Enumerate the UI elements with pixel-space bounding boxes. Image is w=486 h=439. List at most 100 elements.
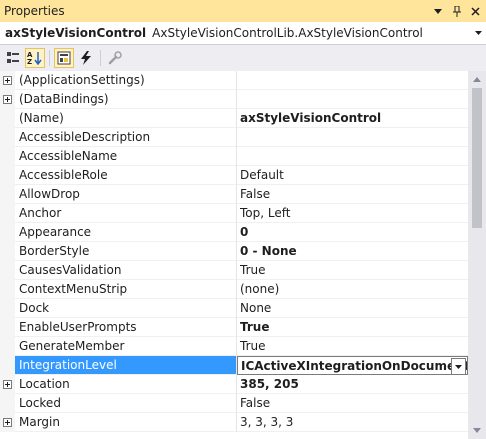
property-row[interactable]: AccessibleName	[0, 147, 468, 166]
scroll-down-arrow-icon[interactable]	[468, 422, 486, 439]
property-value[interactable]: 385, 205	[237, 375, 468, 394]
scrollbar-thumb[interactable]	[472, 88, 482, 228]
property-value[interactable]: None	[237, 299, 468, 318]
chevron-down-icon[interactable]	[429, 3, 446, 20]
row-gutter	[0, 318, 15, 337]
property-row[interactable]: Locked False	[0, 394, 468, 413]
property-row[interactable]: ContextMenuStrip (none)	[0, 280, 468, 299]
property-name[interactable]: BorderStyle	[15, 242, 236, 261]
property-row[interactable]: Anchor Top, Left	[0, 204, 468, 223]
property-value[interactable]	[237, 128, 468, 147]
property-value[interactable]	[237, 147, 468, 166]
row-gutter	[0, 147, 15, 166]
row-gutter	[0, 375, 15, 394]
property-value[interactable]	[237, 90, 468, 109]
property-row[interactable]: Dock None	[0, 299, 468, 318]
property-row[interactable]: (DataBindings)	[0, 90, 468, 109]
property-value[interactable]	[237, 71, 468, 90]
property-value[interactable]: 3, 3, 3, 3	[237, 413, 468, 432]
property-value[interactable]: Default	[237, 166, 468, 185]
row-gutter	[0, 394, 15, 413]
property-row[interactable]: EnableUserPrompts True	[0, 318, 468, 337]
property-name[interactable]: Locked	[15, 394, 236, 413]
property-name[interactable]: AccessibleName	[15, 147, 236, 166]
close-icon[interactable]	[467, 3, 484, 20]
expand-plus-icon[interactable]	[3, 380, 12, 389]
property-row[interactable]: AccessibleDescription	[0, 128, 468, 147]
property-name[interactable]: (Name)	[15, 109, 236, 128]
row-gutter	[0, 242, 15, 261]
property-value[interactable]: axStyleVisionControl	[237, 109, 468, 128]
property-value-text: ICActiveXIntegrationOnDocumentLevel	[241, 359, 467, 373]
property-name[interactable]: Location	[15, 375, 236, 394]
property-value-text: False	[240, 187, 271, 201]
property-row[interactable]: (Name) axStyleVisionControl	[0, 109, 468, 128]
property-name[interactable]: Anchor	[15, 204, 236, 223]
property-value-text: axStyleVisionControl	[240, 111, 382, 125]
property-value-text: Default	[240, 168, 284, 182]
property-name[interactable]: CausesValidation	[15, 261, 236, 280]
property-value-text: (none)	[240, 282, 280, 296]
toolbar-separator	[49, 50, 50, 66]
property-row[interactable]: Margin 3, 3, 3, 3	[0, 413, 468, 432]
combo-dropdown-icon[interactable]	[451, 358, 466, 374]
property-value[interactable]: True	[237, 337, 468, 356]
events-lightning-icon[interactable]	[76, 48, 96, 68]
expand-plus-icon[interactable]	[3, 76, 12, 85]
property-value-text: Top, Left	[240, 206, 291, 220]
property-name[interactable]: Appearance	[15, 223, 236, 242]
property-row[interactable]: AccessibleRole Default	[0, 166, 468, 185]
properties-icon[interactable]	[54, 48, 74, 68]
property-name[interactable]: IntegrationLevel	[15, 356, 236, 375]
property-row[interactable]: Appearance 0	[0, 223, 468, 242]
property-row[interactable]: AllowDrop False	[0, 185, 468, 204]
property-value[interactable]: True	[237, 261, 468, 280]
properties-title-bar: Properties	[0, 0, 486, 22]
property-value[interactable]: Top, Left	[237, 204, 468, 223]
row-gutter	[0, 204, 15, 223]
property-value[interactable]: 0 - None	[237, 242, 468, 261]
property-value-text: 385, 205	[240, 377, 299, 391]
property-name[interactable]: ContextMenuStrip	[15, 280, 236, 299]
row-gutter	[0, 128, 15, 147]
property-name[interactable]: AccessibleDescription	[15, 128, 236, 147]
property-name[interactable]: GenerateMember	[15, 337, 236, 356]
property-name[interactable]: (DataBindings)	[15, 90, 236, 109]
expand-plus-icon[interactable]	[3, 418, 12, 427]
property-value[interactable]: (none)	[237, 280, 468, 299]
property-row[interactable]: BorderStyle 0 - None	[0, 242, 468, 261]
property-name[interactable]: (ApplicationSettings)	[15, 71, 236, 90]
row-gutter	[0, 166, 15, 185]
property-value[interactable]: False	[237, 185, 468, 204]
property-row[interactable]: GenerateMember True	[0, 337, 468, 356]
pin-icon[interactable]	[448, 3, 465, 20]
property-name[interactable]: Dock	[15, 299, 236, 318]
property-row[interactable]: Location 385, 205	[0, 375, 468, 394]
property-pages-wrench-icon[interactable]	[105, 48, 125, 68]
property-value[interactable]: False	[237, 394, 468, 413]
alphabetical-sort-icon[interactable]: AZ	[25, 48, 45, 68]
property-name[interactable]: AccessibleRole	[15, 166, 236, 185]
property-value[interactable]: 0	[237, 223, 468, 242]
property-row[interactable]: (ApplicationSettings)	[0, 71, 468, 90]
property-row[interactable]: IntegrationLevel ICActiveXIntegrationOnDo…	[0, 356, 468, 375]
property-name[interactable]: EnableUserPrompts	[15, 318, 236, 337]
object-type: AxStyleVisionControlLib.AxStyleVisionCon…	[152, 26, 423, 40]
row-gutter	[0, 337, 15, 356]
property-value-combo[interactable]: ICActiveXIntegrationOnDocumentLevel	[237, 356, 468, 375]
property-grid: (ApplicationSettings) (DataBindings) (Name…	[0, 71, 468, 439]
categorized-icon[interactable]	[3, 48, 23, 68]
property-value-text: 0 - None	[240, 244, 297, 258]
property-name[interactable]: AllowDrop	[15, 185, 236, 204]
object-selector-dropdown-icon[interactable]	[470, 28, 486, 38]
scroll-up-arrow-icon[interactable]	[468, 71, 486, 88]
property-row[interactable]: CausesValidation True	[0, 261, 468, 280]
property-value-text: None	[240, 301, 272, 315]
object-selector[interactable]: axStyleVisionControl AxStyleVisionContro…	[0, 22, 486, 45]
row-gutter	[0, 109, 15, 128]
vertical-scrollbar[interactable]	[468, 71, 486, 439]
property-name[interactable]: Margin	[15, 413, 236, 432]
expand-plus-icon[interactable]	[3, 95, 12, 104]
property-value-text: 0	[240, 225, 249, 239]
property-value[interactable]: True	[237, 318, 468, 337]
